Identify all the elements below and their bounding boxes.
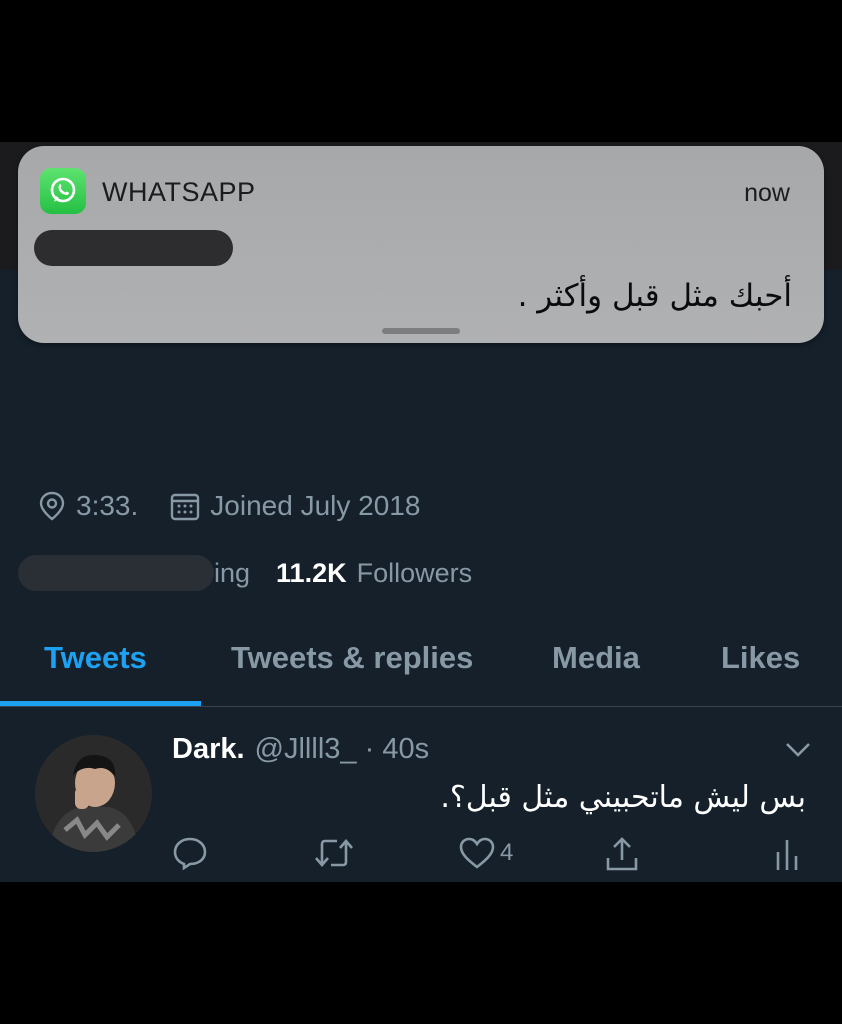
following-label[interactable]: ing xyxy=(214,558,250,589)
profile-location: 3:33. xyxy=(38,490,138,522)
share-button[interactable] xyxy=(604,836,640,872)
tab-tweets[interactable]: Tweets xyxy=(44,640,147,676)
retweet-icon xyxy=(315,839,353,867)
analytics-button[interactable] xyxy=(774,836,800,872)
like-count: 4 xyxy=(500,839,514,866)
active-tab-indicator xyxy=(0,701,201,706)
avatar[interactable] xyxy=(35,735,152,852)
analytics-icon xyxy=(776,840,798,870)
reply-icon xyxy=(173,837,207,870)
tab-likes[interactable]: Likes xyxy=(721,640,800,676)
location-text: 3:33. xyxy=(76,490,139,521)
chevron-down-icon[interactable] xyxy=(784,740,812,765)
joined-text: Joined July 2018 xyxy=(210,490,421,521)
tweet-separator: · xyxy=(364,733,375,765)
like-button[interactable]: 4 xyxy=(458,836,513,870)
tab-tweets-replies[interactable]: Tweets & replies xyxy=(231,640,473,676)
calendar-icon xyxy=(171,493,200,521)
tweet-text: بس ليش ماتحبيني مثل قبل؟. xyxy=(440,780,806,815)
tab-media[interactable]: Media xyxy=(552,640,640,676)
notification-app-name: WHATSAPP xyxy=(102,177,256,207)
retweet-button[interactable] xyxy=(313,836,355,870)
tweet-time: 40s xyxy=(382,733,430,765)
profile-tabs: Tweets Tweets & replies Media Likes xyxy=(0,628,842,707)
whatsapp-notification[interactable]: WHATSAPP now أحبك مثل قبل وأكثر . xyxy=(18,146,824,343)
redacted-following-count xyxy=(18,555,214,591)
tweet-author-name[interactable]: Dark. xyxy=(172,733,245,765)
share-icon xyxy=(606,837,638,871)
reply-button[interactable] xyxy=(172,836,208,870)
notification-message: أحبك مثل قبل وأكثر . xyxy=(517,278,792,314)
redacted-sender xyxy=(34,230,233,266)
location-icon xyxy=(39,491,65,521)
followers-count[interactable]: 11.2K xyxy=(276,558,347,589)
profile-joined: Joined July 2018 xyxy=(170,490,420,522)
followers-label[interactable]: Followers xyxy=(357,558,473,589)
tweet-header: Dark. @Jllll3_ · 40s xyxy=(172,733,429,766)
notification-drag-handle[interactable] xyxy=(382,328,460,334)
profile-meta: 3:33. Joined July 2018 xyxy=(38,490,452,522)
notification-time: now xyxy=(744,179,790,207)
tweet-handle[interactable]: @Jllll3_ xyxy=(255,733,357,765)
whatsapp-icon xyxy=(40,168,86,214)
heart-icon xyxy=(459,837,495,869)
follow-stats: ing 11.2K Followers xyxy=(18,555,472,591)
